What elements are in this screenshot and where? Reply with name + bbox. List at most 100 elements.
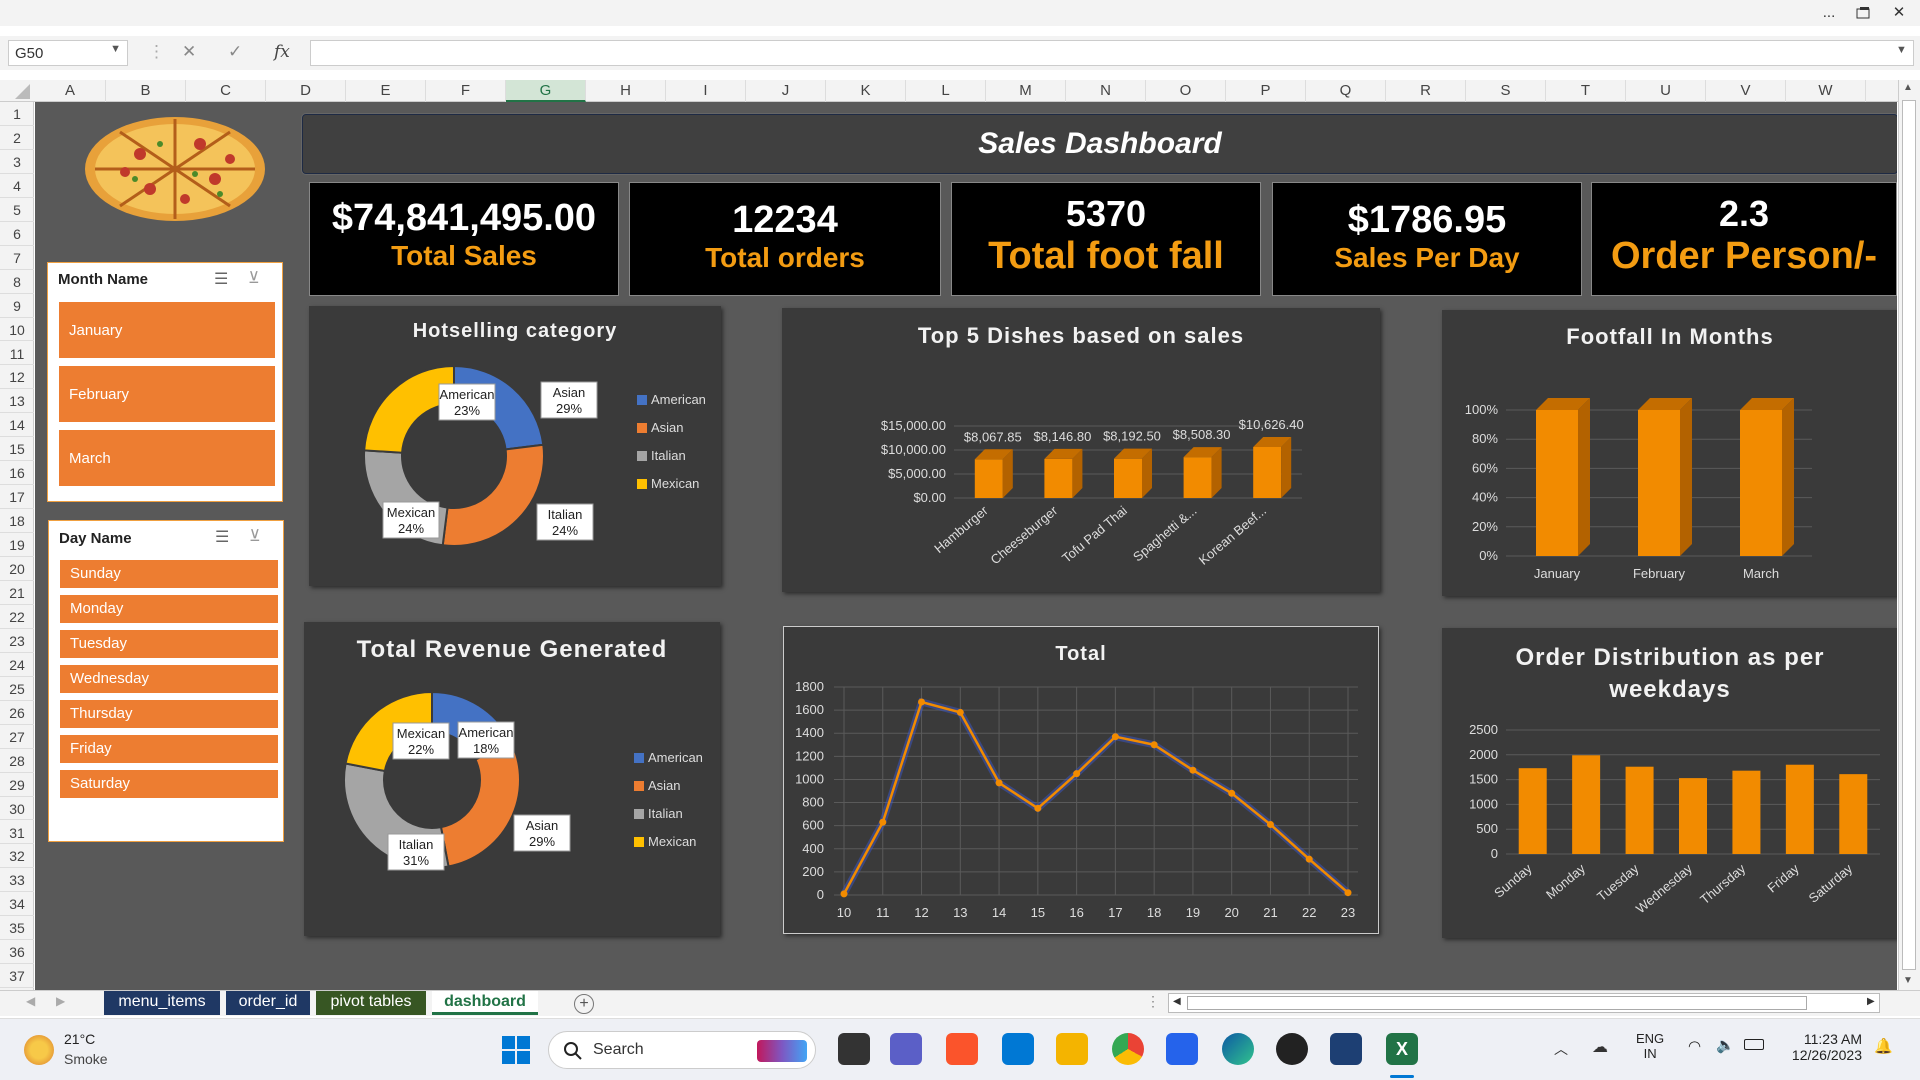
insert-function-icon[interactable]: fx bbox=[274, 42, 290, 62]
row-header[interactable]: 22 bbox=[0, 605, 34, 629]
column-header[interactable]: V bbox=[1706, 80, 1786, 102]
volume-icon[interactable]: 🔈 bbox=[1716, 1036, 1735, 1054]
row-header[interactable]: 23 bbox=[0, 629, 34, 653]
weekday-orders-chart[interactable]: Order Distribution as per weekdays 0 500 1… bbox=[1442, 628, 1897, 938]
slicer-item-january[interactable]: January bbox=[58, 301, 276, 359]
row-header[interactable]: 9 bbox=[0, 294, 34, 318]
column-header[interactable]: S bbox=[1466, 80, 1546, 102]
chrome-icon[interactable] bbox=[1112, 1033, 1144, 1065]
row-header[interactable]: 1 bbox=[0, 102, 34, 126]
language-indicator[interactable]: ENG IN bbox=[1636, 1031, 1664, 1061]
close-icon[interactable]: ✕ bbox=[1884, 2, 1914, 24]
add-sheet-icon[interactable]: + bbox=[574, 994, 594, 1014]
clock[interactable]: 11:23 AM 12/26/2023 bbox=[1786, 1031, 1862, 1063]
formula-input[interactable] bbox=[310, 40, 1914, 66]
row-header[interactable]: 15 bbox=[0, 437, 34, 462]
top-dishes-chart[interactable]: Top 5 Dishes based on sales $0.00 $5,000.… bbox=[782, 308, 1380, 592]
horizontal-scrollbar[interactable]: ◀ ▶ bbox=[1168, 993, 1880, 1013]
row-header[interactable]: 28 bbox=[0, 749, 34, 773]
row-header[interactable]: 35 bbox=[0, 916, 34, 941]
scroll-left-icon[interactable]: ◀ bbox=[1173, 996, 1181, 1007]
edge-icon[interactable] bbox=[1222, 1033, 1254, 1065]
excel-icon[interactable]: X bbox=[1386, 1033, 1418, 1065]
row-header[interactable]: 12 bbox=[0, 365, 34, 390]
task-view-icon[interactable] bbox=[838, 1033, 870, 1065]
obs-icon[interactable] bbox=[1276, 1033, 1308, 1065]
slicer-item-saturday[interactable]: Saturday bbox=[59, 769, 279, 799]
column-header[interactable]: K bbox=[826, 80, 906, 102]
weather-icon[interactable] bbox=[24, 1035, 54, 1065]
row-header[interactable]: 37 bbox=[0, 964, 34, 989]
select-all-button[interactable] bbox=[0, 80, 34, 102]
sheet-tab-order_id[interactable]: order_id bbox=[226, 991, 310, 1015]
row-header[interactable]: 29 bbox=[0, 773, 34, 797]
row-header[interactable]: 11 bbox=[0, 342, 34, 366]
row-header[interactable]: 10 bbox=[0, 318, 34, 342]
slicer-item-sunday[interactable]: Sunday bbox=[59, 559, 279, 589]
row-header[interactable]: 32 bbox=[0, 844, 34, 869]
hourly-total-chart[interactable]: Total 0 200 400 600 800 1000 1200 1400 1600 1800 1… bbox=[783, 626, 1379, 934]
row-header[interactable]: 26 bbox=[0, 701, 34, 725]
brave-icon[interactable] bbox=[946, 1033, 978, 1065]
total-revenue-chart[interactable]: Total Revenue Generated American 18% Asian… bbox=[304, 622, 720, 936]
column-header[interactable]: L bbox=[906, 80, 986, 102]
column-header[interactable]: J bbox=[746, 80, 826, 102]
slicer-item-monday[interactable]: Monday bbox=[59, 594, 279, 624]
mail-icon[interactable] bbox=[1002, 1033, 1034, 1065]
row-header[interactable]: 7 bbox=[0, 246, 34, 270]
column-header[interactable]: E bbox=[346, 80, 426, 102]
column-header[interactable]: D bbox=[266, 80, 346, 102]
enter-icon[interactable]: ✓ bbox=[228, 42, 242, 62]
name-box[interactable]: G50 ▼ bbox=[8, 40, 128, 66]
sheet-tab-pivot-tables[interactable]: pivot tables bbox=[316, 991, 426, 1015]
notification-icon[interactable]: 🔔 bbox=[1874, 1037, 1893, 1055]
column-header[interactable]: U bbox=[1626, 80, 1706, 102]
hotselling-category-chart[interactable]: Hotselling category American 23% Asian 29% I… bbox=[309, 306, 721, 586]
row-header[interactable]: 4 bbox=[0, 174, 34, 198]
column-header[interactable]: F bbox=[426, 80, 506, 102]
column-header[interactable]: C bbox=[186, 80, 266, 102]
taskbar-search[interactable]: Search bbox=[548, 1031, 816, 1069]
slicer-item-tuesday[interactable]: Tuesday bbox=[59, 629, 279, 659]
prev-sheet-icon[interactable]: ◀ bbox=[26, 994, 35, 1008]
row-header[interactable]: 21 bbox=[0, 581, 34, 605]
row-header[interactable]: 19 bbox=[0, 533, 34, 558]
sheet-tab-menu_items[interactable]: menu_items bbox=[104, 991, 220, 1015]
column-header[interactable]: N bbox=[1066, 80, 1146, 102]
slicer-item-friday[interactable]: Friday bbox=[59, 734, 279, 764]
column-header[interactable]: I bbox=[666, 80, 746, 102]
column-header[interactable]: B bbox=[106, 80, 186, 102]
footfall-months-chart[interactable]: Footfall In Months 0% 20% 40% 60% 80% 100% Jan… bbox=[1442, 310, 1897, 596]
row-header[interactable]: 18 bbox=[0, 509, 34, 534]
slicer-item-wednesday[interactable]: Wednesday bbox=[59, 664, 279, 694]
slicer-item-february[interactable]: February bbox=[58, 365, 276, 423]
column-header[interactable]: W bbox=[1786, 80, 1866, 102]
row-header[interactable]: 33 bbox=[0, 868, 34, 893]
row-header[interactable]: 36 bbox=[0, 940, 34, 965]
next-sheet-icon[interactable]: ▶ bbox=[56, 994, 65, 1008]
slicer-item-march[interactable]: March bbox=[58, 429, 276, 487]
row-header[interactable]: 31 bbox=[0, 821, 34, 845]
row-header[interactable]: 5 bbox=[0, 198, 34, 222]
column-header[interactable]: G bbox=[506, 80, 586, 102]
teams-icon[interactable] bbox=[890, 1033, 922, 1065]
row-header[interactable]: 25 bbox=[0, 677, 34, 701]
more-options-icon[interactable]: ... bbox=[1814, 2, 1844, 24]
row-header[interactable]: 2 bbox=[0, 126, 34, 150]
slicer-item-thursday[interactable]: Thursday bbox=[59, 699, 279, 729]
multi-select-icon[interactable]: ☰ bbox=[215, 527, 229, 547]
row-header[interactable]: 27 bbox=[0, 725, 34, 749]
row-header[interactable]: 14 bbox=[0, 413, 34, 438]
row-header[interactable]: 17 bbox=[0, 485, 34, 510]
sheet-tab-dashboard[interactable]: dashboard bbox=[432, 991, 538, 1015]
cancel-icon[interactable]: ✕ bbox=[182, 42, 196, 62]
scroll-up-icon[interactable]: ▲ bbox=[1903, 82, 1913, 93]
dashboard-sheet[interactable]: Sales Dashboard $74,841,495.00 Total Sal… bbox=[35, 102, 1897, 990]
column-header[interactable]: R bbox=[1386, 80, 1466, 102]
row-header[interactable]: 13 bbox=[0, 389, 34, 414]
row-header[interactable]: 6 bbox=[0, 222, 34, 246]
clear-filter-icon[interactable]: ⊻ bbox=[248, 268, 260, 288]
column-header[interactable]: P bbox=[1226, 80, 1306, 102]
chevron-down-icon[interactable]: ▼ bbox=[110, 43, 121, 55]
expand-formula-icon[interactable]: ▼ bbox=[1896, 44, 1907, 56]
